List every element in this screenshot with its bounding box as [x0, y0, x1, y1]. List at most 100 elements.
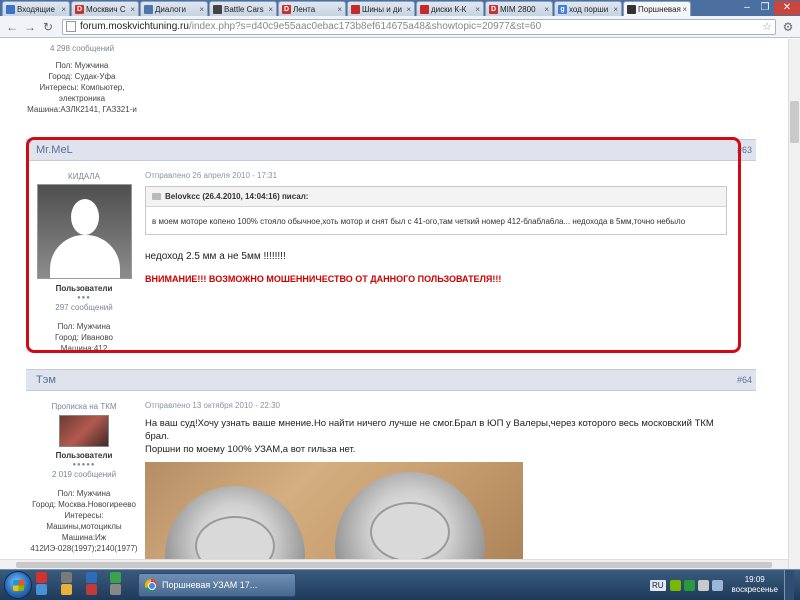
browser-tab[interactable]: D Москвич С × [71, 1, 139, 16]
prev-interests: Интересы: Компьютер, электроника [39, 83, 125, 103]
tab-close-icon[interactable]: × [544, 5, 549, 14]
tab-favicon-icon: D [489, 4, 498, 14]
desktop-icon[interactable] [36, 584, 47, 595]
browser-tab[interactable]: D Лента × [278, 1, 346, 16]
window-controls: – ❐ ✕ [738, 0, 800, 16]
tab-close-icon[interactable]: × [475, 5, 480, 14]
scroll-thumb[interactable] [16, 562, 772, 568]
language-indicator[interactable]: RU [649, 579, 666, 591]
post-date: Отправлено 13 октября 2010 - 22:30 [145, 401, 280, 410]
app-icon[interactable] [85, 572, 97, 583]
tab-label: Поршневая [638, 4, 681, 14]
taskbar-button-label: Поршневая УЗАМ 17... [162, 580, 258, 590]
post-64-content: Отправлено 13 октября 2010 - 22:30 На ва… [145, 401, 735, 569]
clock-day: воскресенье [731, 585, 779, 594]
tab-close-icon[interactable]: × [337, 5, 342, 14]
user-city: Город: Москва.Новогиреево [32, 500, 136, 509]
close-window-button[interactable]: ✕ [774, 1, 800, 15]
tab-close-icon[interactable]: × [406, 5, 411, 14]
piston-photo[interactable] [145, 462, 523, 569]
explorer-icon[interactable] [60, 572, 72, 583]
media-icon[interactable] [85, 584, 97, 595]
reload-icon[interactable]: ↻ [40, 19, 56, 35]
tab-favicon-icon [144, 4, 153, 14]
browser-tab[interactable]: Battle Cars × [209, 1, 277, 16]
clock[interactable]: 19:09 воскресенье [732, 575, 779, 595]
tab-label: Москвич С [86, 4, 126, 14]
flag-icon[interactable] [711, 579, 723, 591]
tab-favicon-icon [213, 4, 222, 14]
browser-tab[interactable]: Диалоги × [140, 1, 208, 16]
user-post-count: 2 019 сообщений [51, 470, 117, 479]
nvidia-icon[interactable] [669, 579, 681, 591]
url-path: /index.php?s=d40c9e55aac0ebac173b8ef6146… [188, 21, 542, 32]
tab-label: Диалоги [155, 4, 186, 14]
tab-favicon-icon: D [282, 4, 291, 14]
volume-icon[interactable] [697, 579, 709, 591]
page-icon [66, 21, 76, 32]
user-gender: Пол: Мужчина [57, 489, 111, 498]
tab-close-icon[interactable]: × [613, 5, 618, 14]
post-number-link[interactable]: #64 [737, 375, 752, 385]
post-message-line-1: На ваш суд!Хочу узнать ваше мнение.Но на… [145, 418, 714, 442]
tab-label: ход порши [569, 4, 609, 14]
prev-car: Машина:АЗЛК2141, ГАЗ321-и [27, 105, 137, 114]
settings-icon[interactable] [110, 584, 122, 595]
post-message-line-2: Поршни по моему 100% УЗАМ,а вот гильза н… [145, 444, 356, 455]
browser-tab-strip: Входящие × D Москвич С × Диалоги × Battle Cars ×… [0, 0, 800, 16]
opera-icon[interactable] [36, 572, 47, 583]
tab-label: Входящие [17, 4, 55, 14]
scroll-thumb[interactable] [790, 101, 799, 143]
vertical-scrollbar[interactable] [788, 39, 800, 569]
post-64-user-info: Прописка на ТКМ Пользователи ●●●●● 2 019… [28, 401, 140, 554]
user-car: Машина:Иж 412ИЭ-028(1997);2140(1977) [30, 533, 138, 553]
taskbar-chrome-button[interactable]: Поршневая УЗАМ 17... [138, 573, 296, 597]
browser-tab[interactable]: D MIM 2800 × [485, 1, 553, 16]
minimize-button[interactable]: – [738, 1, 756, 15]
quick-launch [36, 572, 132, 598]
address-bar[interactable]: forum.moskvichtuning.ru/index.php?s=d40c… [62, 18, 776, 35]
tab-close-icon[interactable]: × [130, 5, 135, 14]
tab-favicon-icon [6, 4, 15, 14]
user-interests: Интересы: Машины,мотоциклы [46, 511, 122, 531]
browser-tab[interactable]: g ход порши × [554, 1, 622, 16]
tab-favicon-icon: D [75, 4, 84, 14]
prev-post-user-info: 4 298 сообщений Пол: Мужчина Город: Суда… [26, 43, 138, 115]
wrench-menu-icon[interactable]: ⚙ [780, 19, 796, 35]
bookmark-star-icon[interactable]: ☆ [762, 20, 772, 33]
tab-favicon-icon [351, 4, 360, 14]
clock-time: 19:09 [744, 575, 765, 584]
chrome-launch-icon[interactable] [110, 572, 122, 583]
folder-icon[interactable] [60, 584, 72, 595]
horizontal-scrollbar[interactable] [0, 559, 788, 569]
start-button[interactable] [4, 571, 32, 599]
browser-tab[interactable]: Поршневая × [623, 1, 691, 16]
page-viewport: 4 298 сообщений Пол: Мужчина Город: Суда… [0, 39, 788, 569]
show-desktop-button[interactable] [784, 569, 794, 600]
tab-favicon-icon: g [558, 4, 567, 14]
network-icon[interactable] [683, 579, 695, 591]
tab-list: Входящие × D Москвич С × Диалоги × Battle Cars ×… [0, 1, 692, 16]
rank-pips: ●●●●● [72, 462, 96, 468]
prev-gender: Пол: Мужчина [55, 61, 109, 70]
user-title: Прописка на ТКМ [51, 402, 117, 411]
back-arrow-icon[interactable]: ← [4, 19, 20, 35]
tab-label: Battle Cars [224, 4, 264, 14]
tab-label: MIM 2800 [500, 4, 536, 14]
tab-close-icon[interactable]: × [268, 5, 273, 14]
browser-tab[interactable]: Шины и ди × [347, 1, 415, 16]
forward-arrow-icon[interactable]: → [22, 19, 38, 35]
tab-favicon-icon [627, 4, 636, 14]
tab-close-icon[interactable]: × [199, 5, 204, 14]
tab-close-icon[interactable]: × [61, 5, 66, 14]
post-author-link[interactable]: Тэм [36, 374, 56, 386]
tab-label: Шины и ди [362, 4, 403, 14]
tab-close-icon[interactable]: × [682, 5, 687, 14]
highlight-frame [26, 137, 741, 353]
tab-label: диски К-К [431, 4, 467, 14]
browser-tab[interactable]: Входящие × [2, 1, 70, 16]
maximize-button[interactable]: ❐ [756, 1, 774, 15]
avatar[interactable] [59, 415, 109, 447]
chrome-icon [145, 579, 157, 591]
browser-tab[interactable]: диски К-К × [416, 1, 484, 16]
